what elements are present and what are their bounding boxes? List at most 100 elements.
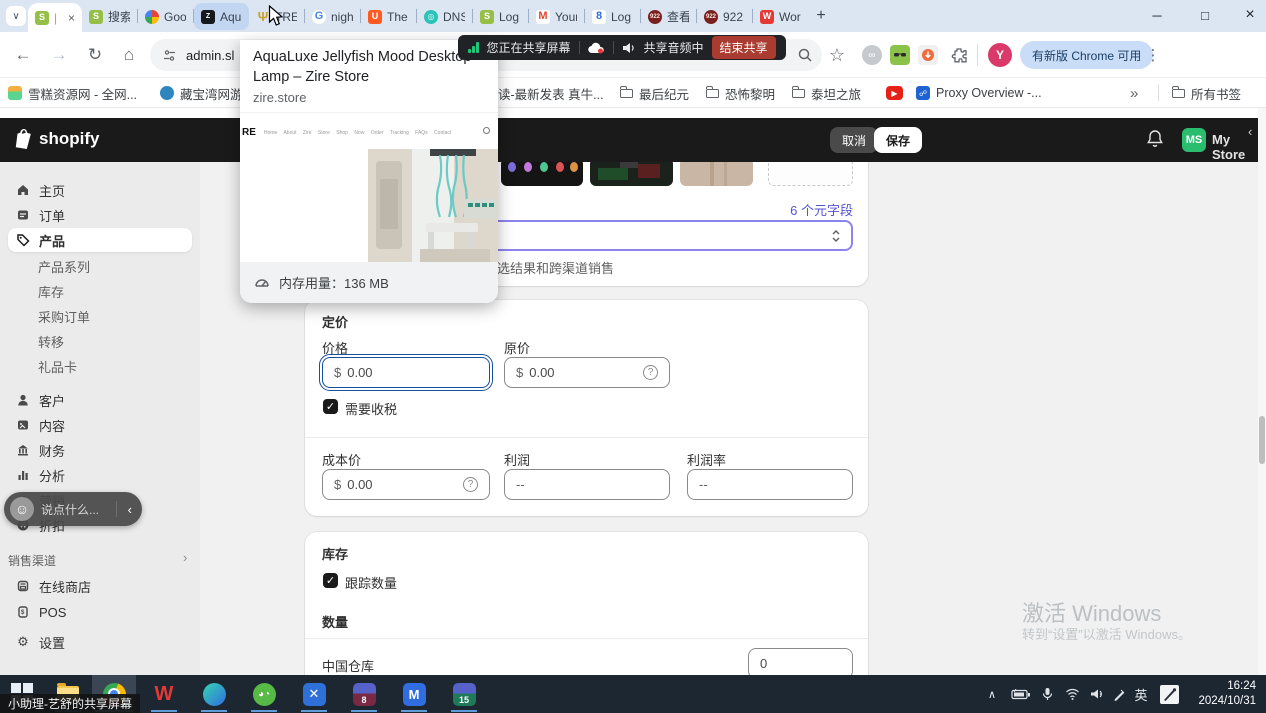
bookmark-xuegao[interactable]: 雪糕资源网 - 全网... bbox=[8, 83, 137, 103]
reload-icon[interactable]: ↻ bbox=[80, 40, 110, 70]
product-thumbnail-3[interactable] bbox=[680, 158, 753, 186]
store-avatar[interactable]: MS bbox=[1182, 128, 1206, 152]
sidebar-item-customers[interactable]: 客户 bbox=[8, 388, 192, 412]
battery-icon[interactable] bbox=[1008, 675, 1034, 713]
extensions-puzzle-icon[interactable] bbox=[944, 40, 974, 70]
tab-logo1[interactable]: S Log bbox=[473, 3, 528, 30]
shopify-logo[interactable]: shopify bbox=[14, 128, 99, 150]
compare-at-price-input[interactable]: $ 0.00 ? bbox=[504, 357, 670, 388]
volume-icon[interactable] bbox=[1086, 675, 1108, 713]
chat-input[interactable]: 说点什么... bbox=[41, 501, 109, 518]
bookmark-folder-kongbuliming[interactable]: 恐怖黎明 bbox=[706, 83, 775, 103]
ime-indicator[interactable]: 英 bbox=[1130, 675, 1152, 713]
notifications-bell-icon[interactable] bbox=[1146, 129, 1164, 154]
pen-icon[interactable] bbox=[1108, 675, 1130, 713]
sidebar-item-home[interactable]: 主页 bbox=[8, 178, 192, 202]
wifi-icon[interactable] bbox=[1060, 675, 1084, 713]
meeting-app-15-taskbar-button[interactable]: 15 bbox=[442, 675, 486, 713]
sidebar-item-pos[interactable]: $ POS bbox=[8, 600, 192, 624]
x-app-taskbar-button[interactable]: ✕ bbox=[292, 675, 336, 713]
product-thumbnail-2[interactable] bbox=[590, 158, 673, 186]
all-bookmarks[interactable]: 所有书签 bbox=[1172, 83, 1241, 103]
whiteboard-tray-icon[interactable] bbox=[1156, 675, 1182, 713]
chrome-menu-icon[interactable]: ⋮ bbox=[1138, 40, 1168, 70]
tab-922[interactable]: 922 922 bbox=[697, 3, 752, 30]
cancel-button[interactable]: 取消 bbox=[830, 127, 878, 153]
microphone-icon[interactable] bbox=[1036, 675, 1058, 713]
sidebar-item-content[interactable]: 内容 bbox=[8, 413, 192, 437]
metafields-link[interactable]: 6 个元字段 bbox=[790, 200, 853, 219]
tab-aqualuxe-hovered[interactable]: Z Aqu bbox=[194, 3, 249, 30]
chat-avatar-smiley-icon[interactable]: ☺ bbox=[10, 497, 34, 521]
chrome-update-chip[interactable]: 有新版 Chrome 可用 bbox=[1020, 41, 1153, 69]
home-icon[interactable]: ⌂ bbox=[114, 40, 144, 70]
sidebar-item-products[interactable]: 产品 bbox=[8, 228, 192, 252]
tab-logo2[interactable]: 8 Log bbox=[585, 3, 640, 30]
cloud-meeting-icon[interactable] bbox=[588, 42, 605, 54]
help-question-icon[interactable]: ? bbox=[643, 365, 658, 380]
window-close-button[interactable]: × bbox=[1228, 0, 1266, 30]
track-quantity-checkbox[interactable]: ✓ bbox=[323, 573, 338, 588]
adguard-extension-icon[interactable] bbox=[918, 45, 938, 65]
tab-close-icon[interactable]: × bbox=[68, 11, 75, 25]
help-question-icon[interactable]: ? bbox=[463, 477, 478, 492]
bookmark-cangbaowan[interactable]: 藏宝湾网游 bbox=[160, 83, 243, 103]
product-thumbnail-1[interactable] bbox=[501, 158, 583, 186]
charge-tax-checkbox[interactable]: ✓ bbox=[323, 399, 338, 414]
stop-sharing-button[interactable]: 结束共享 bbox=[712, 36, 776, 59]
tab-word[interactable]: W Wor bbox=[753, 3, 808, 30]
tab-search[interactable]: S 搜索 bbox=[82, 3, 137, 30]
new-tab-button[interactable]: + bbox=[808, 3, 834, 29]
meeting-app-8-taskbar-button[interactable]: 8 bbox=[342, 675, 386, 713]
tab-nigh[interactable]: G nigh bbox=[305, 3, 360, 30]
sidebar-item-inventory[interactable]: 库存 bbox=[8, 279, 192, 303]
wechat-taskbar-button[interactable]: ◕◔ bbox=[242, 675, 286, 713]
extension-link-icon[interactable]: ∞ bbox=[862, 45, 882, 65]
scrollbar-thumb[interactable] bbox=[1259, 416, 1265, 464]
bookmark-proxy[interactable]: ☍ Proxy Overview -... bbox=[916, 83, 1042, 103]
margin-input[interactable]: -- bbox=[687, 469, 853, 500]
tab-active[interactable]: S | × bbox=[28, 3, 82, 32]
chat-overlay-widget[interactable]: ☺ 说点什么... ‹ bbox=[4, 492, 142, 526]
sidebar-item-transfers[interactable]: 转移 bbox=[8, 329, 192, 353]
channels-expand-icon[interactable]: › bbox=[183, 550, 187, 565]
site-info-icon[interactable] bbox=[162, 48, 177, 63]
tampermonkey-extension-icon[interactable] bbox=[890, 45, 910, 65]
back-icon[interactable]: ← bbox=[8, 40, 38, 70]
bookmark-star-icon[interactable]: ☆ bbox=[822, 40, 852, 70]
tab-goo[interactable]: Goo bbox=[138, 3, 193, 30]
price-input[interactable]: $ 0.00 bbox=[322, 357, 490, 388]
search-icon[interactable] bbox=[790, 40, 820, 70]
sidebar-item-settings[interactable]: ⚙ 设置 bbox=[8, 630, 192, 654]
taskbar-clock[interactable]: 16:24 2024/10/31 bbox=[1198, 679, 1256, 709]
sidebar-item-purchase-orders[interactable]: 采购订单 bbox=[8, 304, 192, 328]
tab-gmail[interactable]: M Your bbox=[529, 3, 584, 30]
scrollbar-track[interactable] bbox=[1258, 108, 1266, 675]
tray-expand-chevron-icon[interactable]: ∧ bbox=[980, 675, 1004, 713]
teal-app-taskbar-button[interactable] bbox=[192, 675, 236, 713]
tab-922-view[interactable]: 922 查看 bbox=[641, 3, 696, 30]
bookmark-youtube[interactable]: ▶ bbox=[886, 83, 903, 103]
wps-taskbar-button[interactable]: W bbox=[142, 675, 186, 713]
tab-search-caret-icon[interactable]: ∨ bbox=[6, 6, 26, 26]
chat-collapse-icon[interactable]: ‹ bbox=[124, 502, 136, 517]
sidebar-item-analytics[interactable]: 分析 bbox=[8, 463, 192, 487]
sidebar-item-orders[interactable]: 订单 bbox=[8, 203, 192, 227]
bookmark-novel[interactable]: 读-最新发表 真牛... bbox=[498, 83, 604, 103]
tab-the[interactable]: U The bbox=[361, 3, 416, 30]
sidebar-item-finance[interactable]: 财务 bbox=[8, 438, 192, 462]
sidebar-item-online-store[interactable]: 在线商店 bbox=[8, 574, 192, 598]
window-minimize-button[interactable]: ─ bbox=[1135, 0, 1179, 30]
save-button[interactable]: 保存 bbox=[874, 127, 922, 153]
header-collapse-icon[interactable]: ‹ bbox=[1248, 124, 1252, 139]
cost-input[interactable]: $ 0.00 ? bbox=[322, 469, 490, 500]
profit-input[interactable]: -- bbox=[504, 469, 670, 500]
sidebar-item-gift-cards[interactable]: 礼品卡 bbox=[8, 354, 192, 378]
window-maximize-button[interactable]: □ bbox=[1183, 0, 1227, 30]
profile-avatar[interactable]: Y bbox=[988, 43, 1012, 67]
tab-dns[interactable]: ◎ DNS bbox=[417, 3, 472, 30]
bookmark-folder-taitanzhilv[interactable]: 泰坦之旅 bbox=[792, 83, 861, 103]
forward-icon[interactable]: → bbox=[44, 40, 74, 70]
sidebar-item-collections[interactable]: 产品系列 bbox=[8, 254, 192, 278]
bookmarks-overflow-icon[interactable]: » bbox=[1130, 83, 1138, 103]
